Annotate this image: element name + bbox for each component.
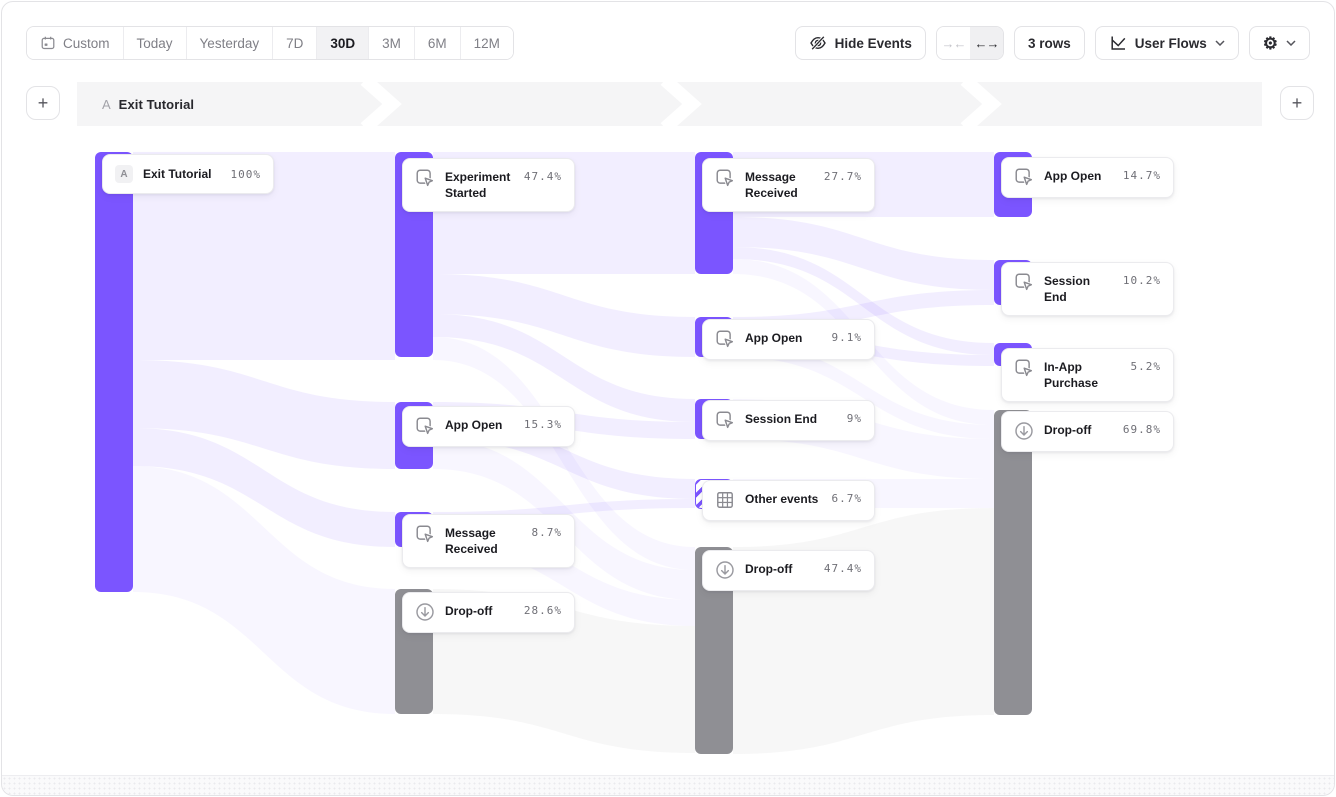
grid-icon xyxy=(715,490,735,510)
event-icon xyxy=(415,168,435,188)
event-icon xyxy=(1014,358,1034,378)
node-card-session-end-4[interactable]: Session End 10.2% xyxy=(1001,262,1174,316)
dropoff-icon xyxy=(715,560,735,580)
node-card-app-open-4[interactable]: App Open 14.7% xyxy=(1001,157,1174,198)
node-card-in-app-purchase-4[interactable]: In-App Purchase 5.2% xyxy=(1001,348,1174,402)
node-card-message-received-2[interactable]: Message Received 8.7% xyxy=(402,514,575,568)
node-card-dropoff-2[interactable]: Drop-off 28.6% xyxy=(402,592,575,633)
node-card-other-events-3[interactable]: Other events 6.7% xyxy=(702,480,875,521)
node-card-session-end-3[interactable]: Session End 9% xyxy=(702,400,875,441)
event-icon xyxy=(715,329,735,349)
node-card-dropoff-3[interactable]: Drop-off 47.4% xyxy=(702,550,875,591)
event-icon xyxy=(1014,272,1034,292)
app-window: Custom Today Yesterday 7D 30D 3M 6M 12M … xyxy=(1,1,1335,796)
node-card-exit-tutorial[interactable]: A Exit Tutorial 100% xyxy=(102,154,274,194)
event-icon xyxy=(415,524,435,544)
event-icon xyxy=(415,416,435,436)
event-icon xyxy=(715,168,735,188)
node-card-app-open-2[interactable]: App Open 15.3% xyxy=(402,406,575,447)
dropoff-icon xyxy=(415,602,435,622)
node-card-message-received-3[interactable]: Message Received 27.7% xyxy=(702,158,875,212)
bottom-footer-strip xyxy=(2,775,1334,795)
event-icon xyxy=(1014,167,1034,187)
flow-bar-dropoff-4[interactable] xyxy=(994,410,1032,715)
node-card-dropoff-4[interactable]: Drop-off 69.8% xyxy=(1001,411,1174,452)
node-card-experiment-started[interactable]: Experiment Started 47.4% xyxy=(402,158,575,212)
step-letter-badge: A xyxy=(115,165,133,183)
event-icon xyxy=(715,410,735,430)
dropoff-icon xyxy=(1014,421,1034,441)
node-card-app-open-3[interactable]: App Open 9.1% xyxy=(702,319,875,360)
flow-bar-exit-tutorial[interactable] xyxy=(95,152,133,592)
